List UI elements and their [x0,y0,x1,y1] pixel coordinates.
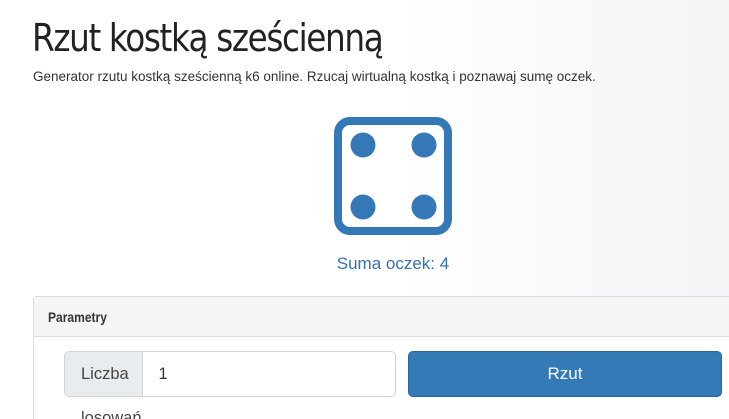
sum-result: Suma oczek: 4 [336,254,450,273]
die-pip-bottom-right [411,194,437,220]
die-face-four-icon [333,116,453,236]
page-title: Rzut kostką sześcienną [32,16,384,60]
parameters-title: Parametry [48,309,107,325]
parameters-panel: Parametry Liczba losowań Rzut [33,296,729,419]
roll-count-label: Liczba losowań [64,351,142,419]
roll-count-group: Liczba losowań [64,351,396,419]
die-pip-bottom-left [350,194,376,220]
page: Rzut kostką sześcienną Generator rzutu k… [0,0,729,419]
roll-count-input[interactable] [141,351,396,397]
die-pip-top-right [411,132,437,158]
parameters-header: Parametry [34,297,729,337]
page-description: Generator rzutu kostką sześcienną k6 onl… [33,69,596,84]
die-svg [334,117,452,235]
die-pip-top-left [350,132,376,158]
roll-button[interactable]: Rzut [408,351,722,397]
